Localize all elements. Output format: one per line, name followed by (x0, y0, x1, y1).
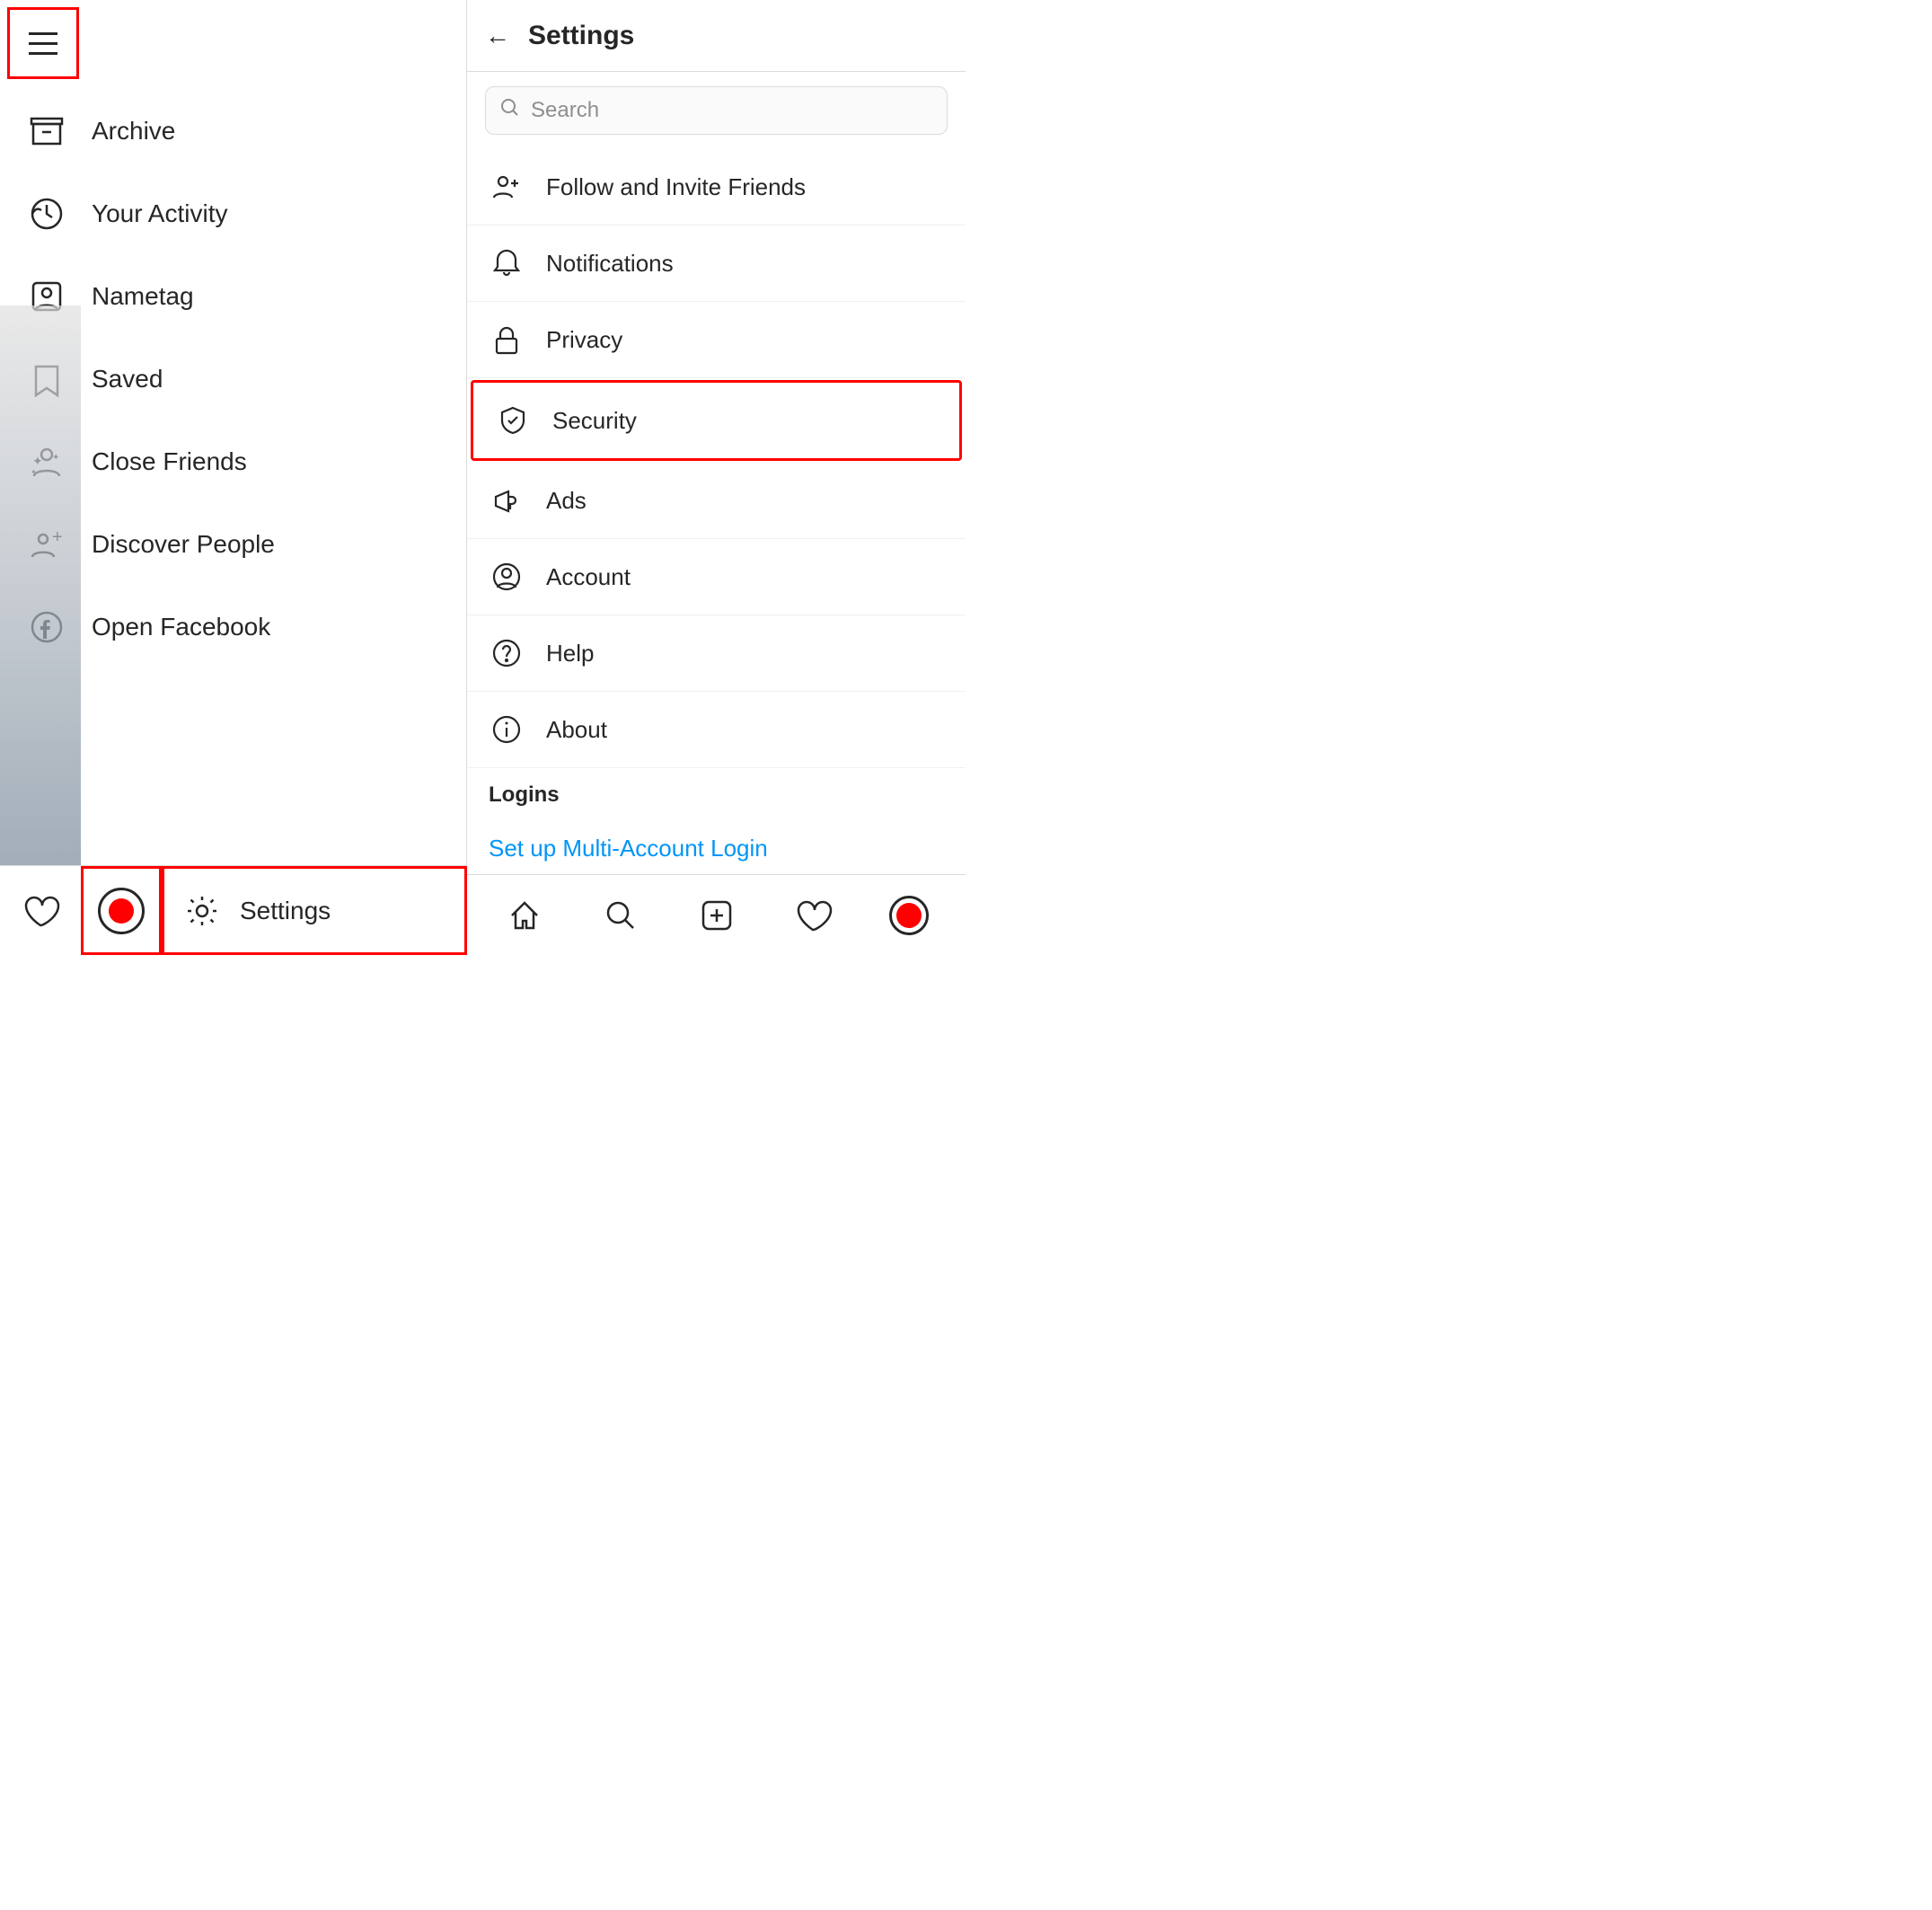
menu-item-discover-label: Discover People (92, 530, 275, 559)
shield-icon (495, 402, 531, 438)
settings-item-privacy[interactable]: Privacy (467, 302, 966, 378)
nav-activity-button[interactable] (781, 884, 844, 947)
nav-add-button[interactable] (685, 884, 748, 947)
record-button[interactable] (81, 866, 162, 955)
settings-item-help[interactable]: Help (467, 615, 966, 692)
nav-search-button[interactable] (589, 884, 652, 947)
background-image (0, 305, 81, 865)
settings-item-multi-account-label: Set up Multi-Account Login (489, 835, 768, 862)
nav-profile-record-button[interactable] (878, 884, 940, 947)
bottom-nav-right (467, 874, 966, 955)
search-icon (500, 98, 520, 123)
settings-item-security-label: Security (552, 407, 637, 435)
settings-item-account-label: Account (546, 563, 631, 591)
settings-item-notifications[interactable]: Notifications (467, 225, 966, 302)
settings-item-about-label: About (546, 716, 607, 744)
menu-item-archive[interactable]: Archive (9, 90, 457, 172)
record-circle (98, 888, 145, 934)
settings-item-security[interactable]: Security (471, 380, 962, 461)
settings-item-account[interactable]: Account (467, 539, 966, 615)
right-panel: ← Settings Search Follow and Invite Frie… (467, 0, 966, 955)
bottom-bar-left: Settings (0, 865, 467, 955)
help-icon (489, 635, 525, 671)
nav-home-button[interactable] (493, 884, 556, 947)
menu-item-close-friends-label: Close Friends (92, 447, 247, 476)
account-icon (489, 559, 525, 595)
settings-item-ads-label: Ads (546, 487, 587, 515)
menu-item-facebook-label: Open Facebook (92, 613, 270, 641)
archive-icon (27, 111, 66, 151)
settings-item-help-label: Help (546, 640, 594, 668)
menu-item-saved-label: Saved (92, 365, 163, 393)
settings-header: ← Settings (467, 0, 966, 72)
back-button[interactable]: ← (485, 22, 510, 50)
lock-icon (489, 322, 525, 358)
settings-item-ads[interactable]: Ads (467, 463, 966, 539)
settings-item-multi-account[interactable]: Set up Multi-Account Login (467, 815, 966, 874)
ads-icon (489, 482, 525, 518)
heart-button[interactable] (0, 866, 81, 955)
about-icon (489, 712, 525, 747)
menu-item-your-activity[interactable]: Your Activity (9, 172, 457, 255)
logins-section-header: Logins (467, 768, 966, 815)
hamburger-button[interactable] (7, 7, 79, 79)
settings-scroll[interactable]: Follow and Invite Friends Notifications … (467, 149, 966, 874)
gear-icon (182, 891, 222, 931)
follow-icon (489, 169, 525, 205)
menu-item-archive-label: Archive (92, 117, 175, 146)
settings-bottom-button[interactable]: Settings (162, 866, 467, 955)
menu-item-activity-label: Your Activity (92, 199, 227, 228)
bell-icon (489, 245, 525, 281)
settings-item-notifications-label: Notifications (546, 250, 674, 278)
hamburger-icon (29, 32, 57, 55)
menu-item-nametag-label: Nametag (92, 282, 194, 311)
search-placeholder: Search (531, 98, 599, 123)
left-panel: Archive Your Activity Name (0, 0, 467, 955)
record-inner (109, 898, 134, 924)
settings-item-follow-label: Follow and Invite Friends (546, 173, 806, 201)
search-box[interactable]: Search (485, 86, 948, 135)
nav-record-inner (896, 903, 922, 928)
settings-item-follow-invite[interactable]: Follow and Invite Friends (467, 149, 966, 225)
settings-bottom-label: Settings (240, 897, 331, 925)
settings-item-privacy-label: Privacy (546, 326, 622, 354)
nav-record-circle (889, 896, 929, 935)
settings-item-about[interactable]: About (467, 692, 966, 768)
activity-icon (27, 194, 66, 234)
settings-title: Settings (528, 21, 634, 51)
